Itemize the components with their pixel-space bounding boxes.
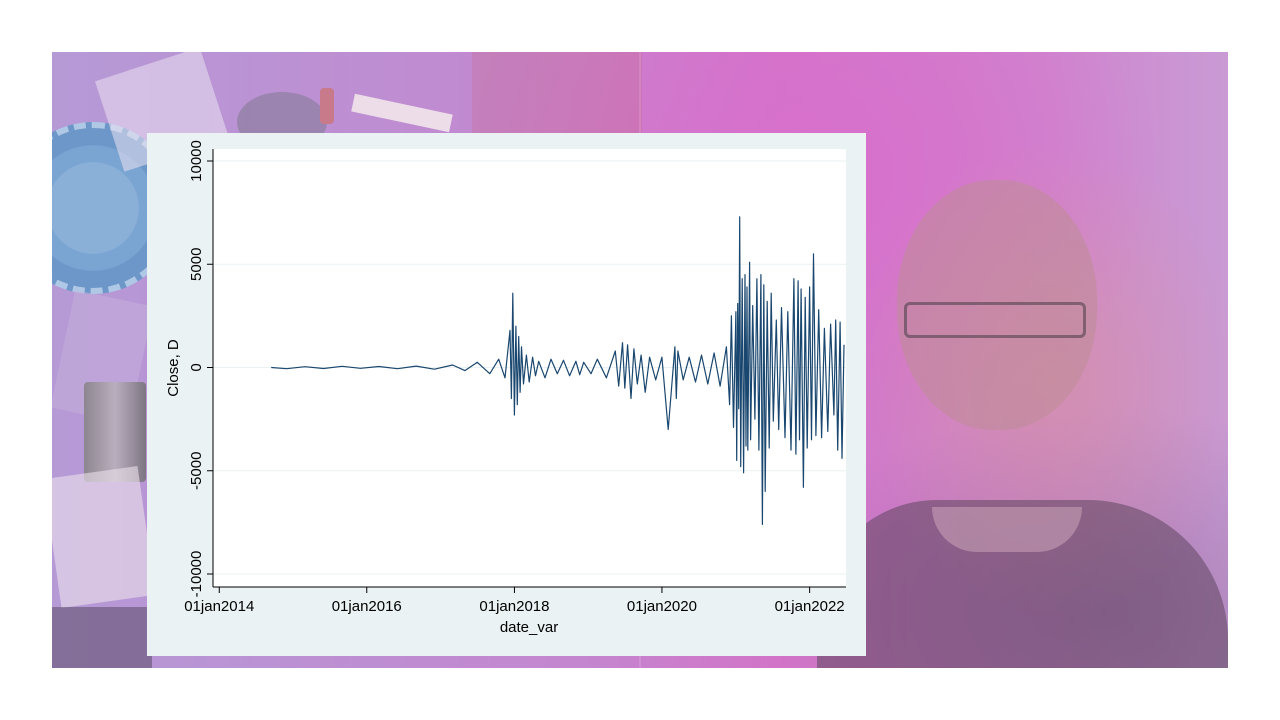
card-shadow-image: [52, 607, 152, 668]
x-axis-ticks: 01jan2014 01jan2016 01jan2018 01jan2020 01ja…: [184, 587, 845, 615]
y-tick-label: -10000: [188, 551, 205, 598]
playing-card-image: [52, 466, 156, 608]
presenter-glasses-image: [904, 302, 1086, 338]
x-axis-label: date_var: [500, 619, 558, 636]
cloth-image: [472, 52, 642, 134]
chart-panel: -10000 -5000 0 5000 10000 01jan2014 01jan2016…: [147, 133, 866, 656]
y-axis-label: Close, D: [165, 339, 182, 397]
y-tick-label: 5000: [188, 248, 205, 281]
bottle-image: [320, 88, 334, 124]
line-chart: -10000 -5000 0 5000 10000 01jan2014 01jan2016…: [165, 140, 846, 636]
x-tick-label: 01jan2020: [627, 598, 697, 615]
y-axis-ticks: -10000 -5000 0 5000 10000: [188, 140, 213, 597]
y-tick-label: -5000: [188, 452, 205, 490]
x-tick-label: 01jan2016: [332, 598, 402, 615]
y-tick-label: 10000: [188, 140, 205, 182]
x-tick-label: 01jan2014: [184, 598, 254, 615]
y-tick-label: 0: [188, 363, 205, 371]
x-tick-label: 01jan2018: [479, 598, 549, 615]
presenter-collar-image: [932, 507, 1082, 552]
x-tick-label: 01jan2022: [775, 598, 845, 615]
tube-image: [351, 93, 453, 133]
